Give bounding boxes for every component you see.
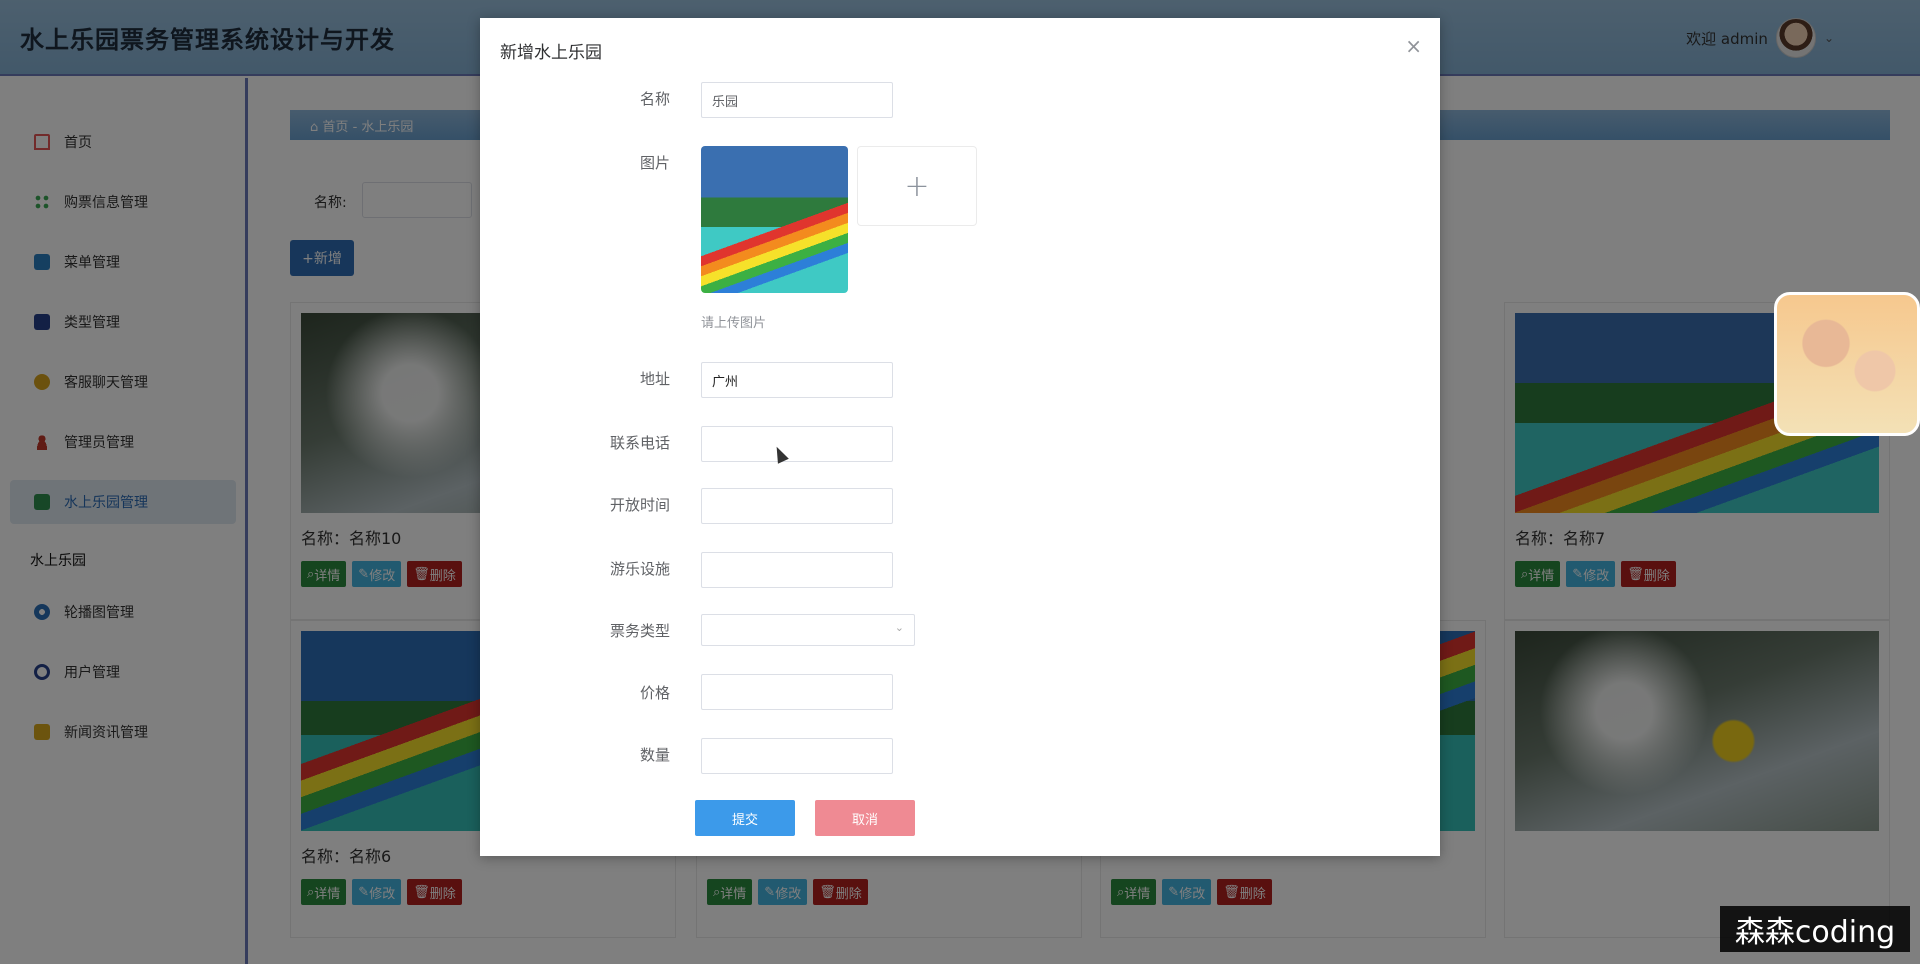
floating-video-thumbnail[interactable] [1774, 292, 1920, 436]
address-field[interactable]: 广州 [701, 362, 893, 398]
image-label: 图片 [639, 154, 670, 172]
upload-add-button[interactable]: + [857, 146, 977, 226]
submit-button[interactable]: 提交 [695, 800, 795, 836]
dialog-title: 新增水上乐园 [500, 43, 602, 63]
phone-label: 联系电话 [609, 434, 670, 452]
facilities-field[interactable] [701, 552, 893, 588]
phone-field[interactable] [701, 426, 893, 462]
watermark: 森森coding [1720, 906, 1910, 952]
upload-hint: 请上传图片 [701, 316, 767, 331]
price-field[interactable] [701, 674, 893, 710]
add-waterpark-dialog: 新增水上乐园 × 名称 乐园 图片 + 请上传图片 地址 广州 联系电话 开放时… [480, 18, 1440, 856]
facilities-label: 游乐设施 [609, 560, 670, 578]
quantity-label: 数量 [639, 746, 670, 764]
quantity-field[interactable] [701, 738, 893, 774]
ticket-type-select[interactable]: ⌄ [701, 614, 915, 646]
name-field[interactable]: 乐园 [701, 82, 893, 118]
price-label: 价格 [639, 684, 670, 702]
cancel-button[interactable]: 取消 [815, 800, 915, 836]
ticket-type-label: 票务类型 [609, 622, 670, 640]
open-time-label: 开放时间 [609, 496, 670, 514]
name-label: 名称 [639, 90, 670, 108]
chevron-down-icon: ⌄ [894, 621, 904, 634]
address-label: 地址 [639, 370, 670, 388]
uploaded-image-preview[interactable] [701, 146, 848, 293]
open-time-field[interactable] [701, 488, 893, 524]
close-icon[interactable]: × [1405, 36, 1422, 56]
